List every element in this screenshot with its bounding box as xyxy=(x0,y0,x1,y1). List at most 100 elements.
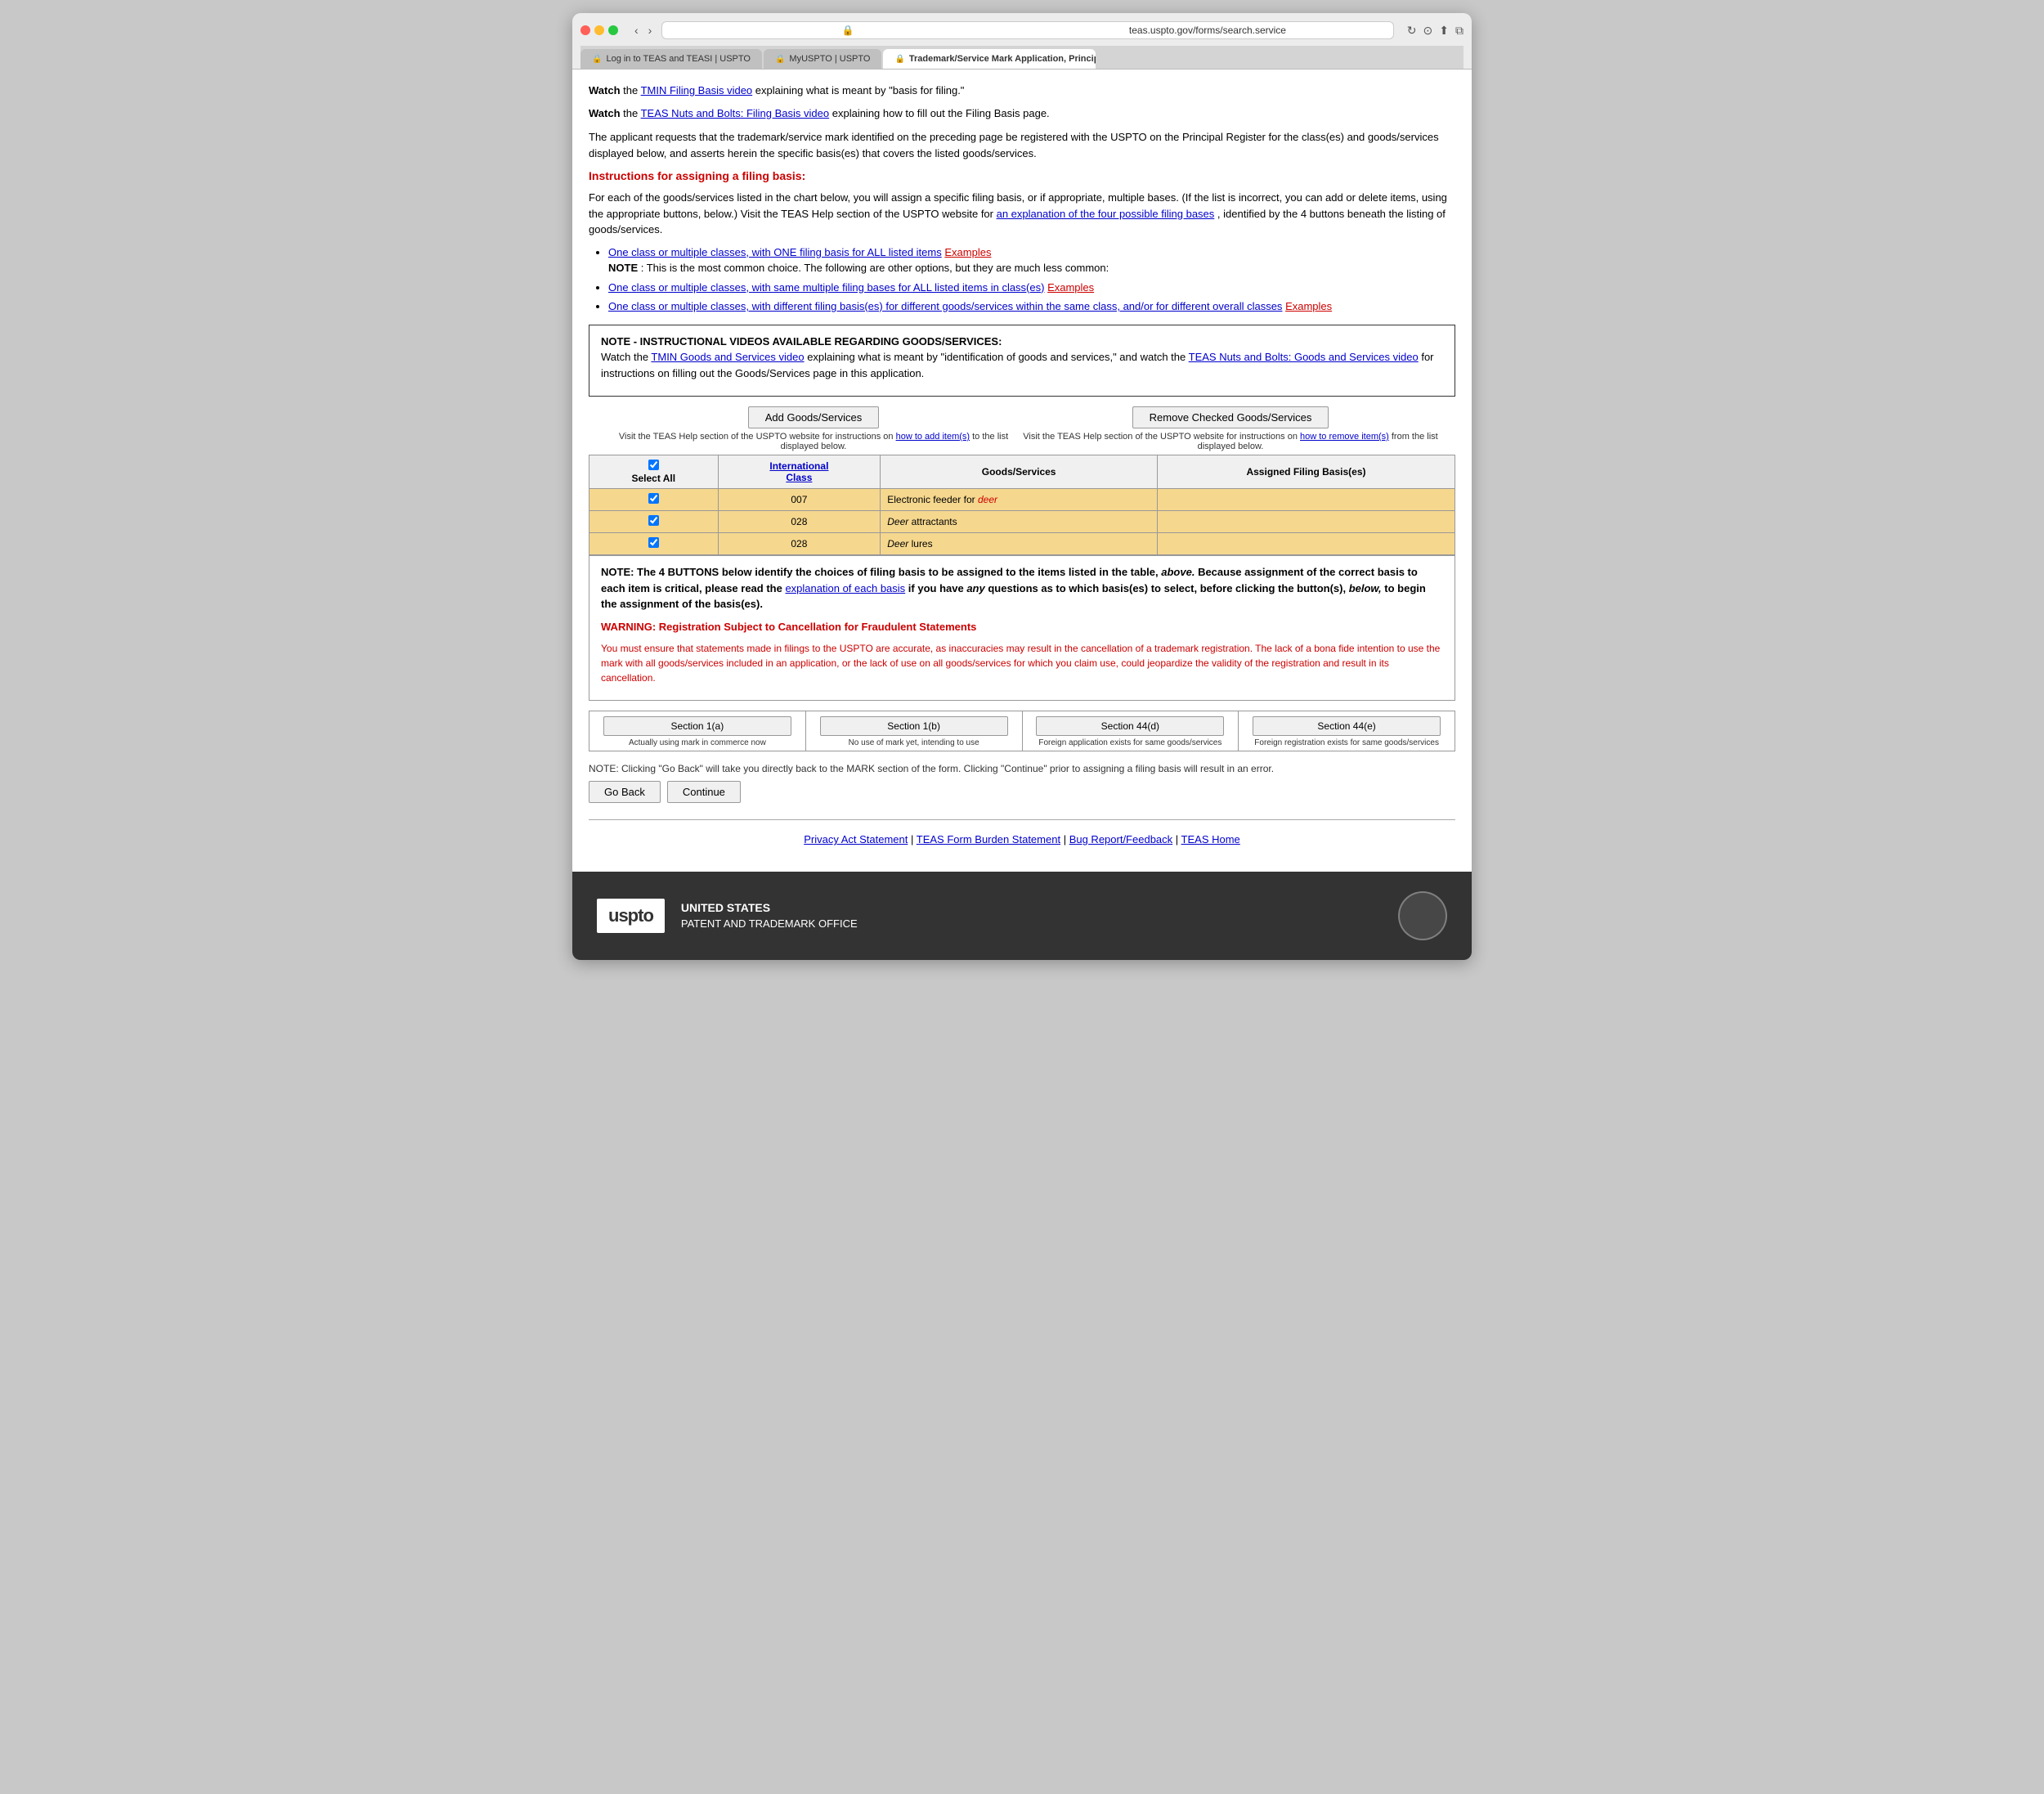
privacy-act-link[interactable]: Privacy Act Statement xyxy=(804,833,908,845)
section-1b-col: Section 1(b) No use of mark yet, intendi… xyxy=(806,711,1023,751)
go-back-button[interactable]: Go Back xyxy=(589,781,661,803)
int-class-header[interactable]: International Class xyxy=(718,455,881,489)
uspto-logo: uspto xyxy=(597,899,665,933)
bullet-1: One class or multiple classes, with ONE … xyxy=(608,244,1455,276)
bullet1-link[interactable]: One class or multiple classes, with ONE … xyxy=(608,246,942,258)
assigned-header: Assigned Filing Basis(es) xyxy=(1158,455,1455,489)
row1-assigned xyxy=(1158,489,1455,511)
new-tab-icon[interactable]: ⧉ xyxy=(1455,24,1464,38)
bullet2-link[interactable]: One class or multiple classes, with same… xyxy=(608,281,1044,294)
row2-goods: Deer attractants xyxy=(881,511,1158,533)
row2-assigned xyxy=(1158,511,1455,533)
bug-report-link[interactable]: Bug Report/Feedback xyxy=(1069,833,1172,845)
browser-chrome: ‹ › 🔒 teas.uspto.gov/forms/search.servic… xyxy=(572,13,1472,70)
watch-text-1b: explaining what is meant by "basis for f… xyxy=(755,84,965,96)
tab-2[interactable]: 🔒 MyUSPTO | USPTO xyxy=(764,49,881,69)
lock-icon: 🔒 xyxy=(670,25,1025,36)
tmin-goods-services-link[interactable]: TMIN Goods and Services video xyxy=(651,351,804,363)
watch-line-1: Watch the TMIN Filing Basis video explai… xyxy=(589,83,1455,99)
add-goods-button[interactable]: Add Goods/Services xyxy=(748,406,880,428)
select-all-checkbox[interactable] xyxy=(648,460,659,470)
watch-line-2: Watch the TEAS Nuts and Bolts: Filing Ba… xyxy=(589,105,1455,122)
int-class-label-line1: International xyxy=(769,460,828,472)
row3-goods: Deer lures xyxy=(881,533,1158,555)
uspto-footer: uspto UNITED STATES PATENT AND TRADEMARK… xyxy=(572,872,1472,960)
tmin-filing-basis-link[interactable]: TMIN Filing Basis video xyxy=(641,84,753,96)
section-44e-col: Section 44(e) Foreign registration exist… xyxy=(1239,711,1455,751)
tab2-favicon: 🔒 xyxy=(775,55,785,64)
row3-checkbox-cell xyxy=(589,533,719,555)
download-icon[interactable]: ⊙ xyxy=(1423,24,1433,38)
bullet2-examples-link[interactable]: Examples xyxy=(1047,281,1094,294)
nav-buttons: ‹ › xyxy=(631,22,655,38)
bullet3-link[interactable]: One class or multiple classes, with diff… xyxy=(608,300,1282,312)
toolbar-icons: ↻ ⊙ ⬆ ⧉ xyxy=(1407,24,1464,38)
bullet-3: One class or multiple classes, with diff… xyxy=(608,298,1455,315)
share-icon[interactable]: ⬆ xyxy=(1439,24,1449,38)
warning-text-body: You must ensure that statements made in … xyxy=(601,641,1443,685)
reload-icon[interactable]: ↻ xyxy=(1407,24,1417,38)
teas-nuts-bolts-gs-link[interactable]: TEAS Nuts and Bolts: Goods and Services … xyxy=(1189,351,1419,363)
forward-button[interactable]: › xyxy=(645,22,656,38)
row1-class: 007 xyxy=(718,489,881,511)
section-1b-desc: No use of mark yet, intending to use xyxy=(849,738,979,747)
section-1a-desc: Actually using mark in commerce now xyxy=(629,738,766,747)
note-watch: Watch the xyxy=(601,351,651,363)
row3-checkbox[interactable] xyxy=(648,537,659,548)
goods-services-note-box: NOTE - INSTRUCTIONAL VIDEOS AVAILABLE RE… xyxy=(589,325,1455,397)
table-row: 007 Electronic feeder for deer xyxy=(589,489,1455,511)
teas-home-link[interactable]: TEAS Home xyxy=(1181,833,1240,845)
browser-window: ‹ › 🔒 teas.uspto.gov/forms/search.servic… xyxy=(572,13,1472,960)
bullet1-note-text: : This is the most common choice. The fo… xyxy=(641,262,1109,274)
section-44e-button[interactable]: Section 44(e) xyxy=(1253,716,1441,736)
four-filing-bases-link[interactable]: an explanation of the four possible fili… xyxy=(997,208,1215,220)
tab3-label: Trademark/Service Mark Application, Prin… xyxy=(909,54,1096,64)
back-button[interactable]: ‹ xyxy=(631,22,642,38)
footer-links: Privacy Act Statement | TEAS Form Burden… xyxy=(589,819,1455,859)
teas-nuts-bolts-link[interactable]: TEAS Nuts and Bolts: Filing Basis video xyxy=(641,107,830,119)
titlebar: ‹ › 🔒 teas.uspto.gov/forms/search.servic… xyxy=(580,21,1464,39)
url-text: teas.uspto.gov/forms/search.service xyxy=(1030,25,1385,36)
row1-checkbox-cell xyxy=(589,489,719,511)
remove-goods-button[interactable]: Remove Checked Goods/Services xyxy=(1132,406,1329,428)
watch-text-2b: explaining how to fill out the Filing Ba… xyxy=(832,107,1050,119)
warning-title: WARNING: Registration Subject to Cancell… xyxy=(601,619,1443,635)
note-box-content: NOTE - INSTRUCTIONAL VIDEOS AVAILABLE RE… xyxy=(601,334,1443,382)
section-44d-button[interactable]: Section 44(d) xyxy=(1036,716,1224,736)
how-to-remove-link[interactable]: how to remove item(s) xyxy=(1300,432,1389,442)
instructions-title: Instructions for assigning a filing basi… xyxy=(589,168,1455,185)
row2-class: 028 xyxy=(718,511,881,533)
minimize-button[interactable] xyxy=(594,25,604,35)
row2-checkbox-cell xyxy=(589,511,719,533)
traffic-lights xyxy=(580,25,618,35)
row1-goods: Electronic feeder for deer xyxy=(881,489,1158,511)
close-button[interactable] xyxy=(580,25,590,35)
tab-3[interactable]: 🔒 Trademark/Service Mark Application, Pr… xyxy=(883,49,1096,69)
table-row: 028 Deer attractants xyxy=(589,511,1455,533)
note-text2: explaining what is meant by "identificat… xyxy=(807,351,1188,363)
table-row: 028 Deer lures xyxy=(589,533,1455,555)
row2-checkbox[interactable] xyxy=(648,515,659,526)
uspto-seal xyxy=(1398,891,1447,940)
outer-wrapper: ‹ › 🔒 teas.uspto.gov/forms/search.servic… xyxy=(0,0,2044,1794)
section-1a-col: Section 1(a) Actually using mark in comm… xyxy=(589,711,806,751)
maximize-button[interactable] xyxy=(608,25,618,35)
remove-goods-col: Remove Checked Goods/Services Visit the … xyxy=(1022,406,1439,451)
explanation-each-basis-link[interactable]: explanation of each basis xyxy=(785,582,905,594)
bullet1-examples-link[interactable]: Examples xyxy=(944,246,991,258)
section-1a-button[interactable]: Section 1(a) xyxy=(603,716,791,736)
bullet3-examples-link[interactable]: Examples xyxy=(1285,300,1332,312)
row1-checkbox[interactable] xyxy=(648,493,659,504)
how-to-add-link[interactable]: how to add item(s) xyxy=(896,432,970,442)
intro-paragraph: The applicant requests that the trademar… xyxy=(589,129,1455,161)
tab3-favicon: 🔒 xyxy=(894,55,904,64)
tab-1[interactable]: 🔒 Log in to TEAS and TEASI | USPTO xyxy=(580,49,762,69)
filing-basis-list: One class or multiple classes, with ONE … xyxy=(608,244,1455,315)
section-1b-button[interactable]: Section 1(b) xyxy=(820,716,1008,736)
continue-button[interactable]: Continue xyxy=(667,781,741,803)
int-class-label-line2: Class xyxy=(786,472,812,483)
row3-assigned xyxy=(1158,533,1455,555)
tab2-label: MyUSPTO | USPTO xyxy=(789,54,870,64)
address-bar[interactable]: 🔒 teas.uspto.gov/forms/search.service xyxy=(661,21,1393,39)
teas-burden-link[interactable]: TEAS Form Burden Statement xyxy=(917,833,1060,845)
